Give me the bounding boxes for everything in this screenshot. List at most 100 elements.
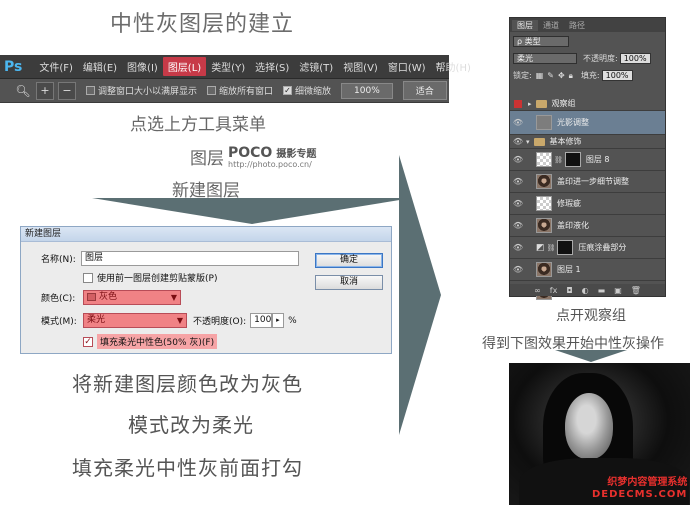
lock-move-icon[interactable]: ✥	[558, 71, 565, 80]
add-mask-icon[interactable]: ◘	[566, 286, 572, 295]
eye-icon[interactable]: 👁︎	[510, 221, 526, 230]
zoom-all-label: 缩放所有窗口	[219, 87, 274, 97]
fill-neutral-checkbox[interactable]: ✓	[83, 336, 93, 347]
menu-item-edit[interactable]: 编辑(E)	[78, 57, 122, 76]
layer-row-blemish[interactable]: 👁︎ 修瑕疵	[510, 193, 665, 215]
eye-icon[interactable]: 👁︎	[510, 243, 526, 252]
zoom-100-button[interactable]: 100%	[341, 82, 393, 99]
tab-paths[interactable]: 路径	[564, 20, 590, 31]
lock-paint-icon[interactable]: ✎	[547, 71, 554, 80]
fill-input[interactable]: 100%	[601, 70, 633, 81]
caption-click-menu: 点选上方工具菜单	[130, 115, 266, 135]
clip-mask-label: 使用前一图层创建剪贴蒙版(P)	[97, 274, 218, 284]
visibility-off-icon[interactable]	[514, 99, 522, 108]
ok-button[interactable]: 确定	[315, 253, 383, 268]
caption-mode-soft: 模式改为柔光	[128, 413, 254, 437]
clip-mask-checkbox[interactable]	[83, 272, 93, 283]
menu-item-layer[interactable]: 图层(L)	[162, 57, 207, 76]
layer-name: 盖印液化	[557, 221, 589, 230]
fill-neutral-label: 填充柔光中性色(50% 灰)(F)	[97, 334, 218, 349]
zoom-out-icon[interactable]: −	[58, 81, 76, 100]
menu-item-image[interactable]: 图像(I)	[122, 57, 163, 76]
dialog-title: 新建图层	[21, 227, 391, 242]
layer-name: 修瑕疵	[557, 199, 581, 208]
eye-icon[interactable]: 👁︎	[510, 155, 526, 164]
link-layers-icon[interactable]: ∞	[534, 286, 541, 295]
menu-item-help[interactable]: 帮助(H)	[431, 57, 476, 76]
tab-layers[interactable]: 图层	[512, 19, 538, 31]
resize-windows-label: 调整窗口大小以满屏显示	[98, 87, 198, 97]
opacity-stepper-icon[interactable]: ▸	[272, 313, 285, 328]
panel-opacity-label: 不透明度:	[583, 54, 618, 63]
fit-screen-button[interactable]: 适合	[402, 81, 447, 100]
page-title: 中性灰图层的建立	[110, 12, 295, 37]
layer-mask-thumbnail	[557, 240, 574, 255]
lock-label: 锁定:	[513, 71, 532, 80]
layer-thumbnail	[536, 196, 552, 211]
layer-row-light-adjust[interactable]: 👁︎ 光影调整	[510, 111, 665, 135]
photoshop-logo: Ps	[4, 58, 23, 75]
layer-row-layer1[interactable]: 👁︎ 图层 1	[510, 259, 665, 281]
menu-item-view[interactable]: 视图(V)	[338, 57, 383, 76]
mode-select[interactable]: 柔光 ▼	[83, 313, 187, 328]
layer-row-group-basic[interactable]: 👁︎ ▾ 基本修饰	[510, 135, 665, 149]
menu-item-window[interactable]: 窗口(W)	[383, 57, 431, 76]
eye-icon[interactable]: 👁︎	[510, 177, 526, 186]
eye-icon[interactable]: 👁︎	[510, 265, 526, 274]
chevron-right-icon[interactable]: ▸	[528, 100, 532, 108]
menu-bar: Ps 文件(F) 编辑(E) 图像(I) 图层(L) 类型(Y) 选择(S) 滤…	[0, 55, 471, 79]
lock-all-icon[interactable]: 🔒︎	[569, 71, 573, 81]
poco-logo-text: POCO	[228, 145, 273, 161]
chevron-down-icon: ▼	[170, 293, 177, 302]
layer-row-stamp-liquify[interactable]: 👁︎ 盖印液化	[510, 215, 665, 237]
caption-open-group: 点开观察组	[556, 308, 626, 324]
layer-mask-thumbnail	[564, 152, 581, 167]
blend-mode-select[interactable]: 柔光	[513, 53, 577, 64]
layer-row-layer8[interactable]: 👁︎ ⛓ 图层 8	[510, 149, 665, 171]
layer-row-group-observe[interactable]: ▸ 观察组	[510, 97, 665, 111]
trash-icon[interactable]: 🗑︎	[631, 286, 641, 295]
fx-icon[interactable]: fx	[550, 286, 558, 295]
layer-row-stamp-detail[interactable]: 👁︎ 盖印进一步细节调整	[510, 171, 665, 193]
resize-windows-checkbox[interactable]	[86, 86, 95, 95]
kind-filter-select[interactable]: ρ 类型	[513, 36, 569, 47]
layer-name: 观察组	[551, 99, 576, 108]
layer-thumbnail	[536, 218, 552, 233]
watermark-line1: 织梦内容管理系统	[607, 477, 688, 488]
color-swatch	[87, 292, 96, 301]
lock-pixels-icon[interactable]: ▦	[536, 71, 544, 80]
layer-thumbnail	[536, 115, 552, 130]
panel-tabs: 图层 通道 路径	[510, 18, 665, 32]
watermark-line2: DEDECMS.COM	[592, 489, 688, 500]
name-label: 名称(N):	[41, 255, 76, 265]
eye-icon[interactable]: 👁︎	[510, 137, 526, 146]
new-layer-icon[interactable]: ▣	[614, 286, 622, 295]
eye-icon[interactable]: 👁︎	[510, 199, 526, 208]
tab-channels[interactable]: 通道	[538, 20, 564, 31]
color-select[interactable]: 灰色 ▼	[83, 290, 181, 305]
folder-icon	[533, 137, 545, 146]
menu-item-type[interactable]: 类型(Y)	[206, 57, 250, 76]
zoom-all-checkbox[interactable]	[207, 86, 217, 95]
layer-name: 图层 8	[585, 155, 610, 164]
zoom-in-icon[interactable]: +	[36, 81, 54, 100]
layer-row-crease[interactable]: 👁︎ ◩ ⛓ 压痕涂叠部分	[510, 237, 665, 259]
cancel-button[interactable]: 取消	[315, 275, 383, 290]
arrow-right-icon	[399, 155, 441, 435]
adjustment-icon[interactable]: ◐	[582, 286, 589, 295]
layers-list: ▸ 观察组 👁︎ 光影调整 👁︎ ▾ 基本修饰 👁︎ ⛓ 图层 8 👁︎ 盖印进…	[510, 97, 665, 303]
eye-icon[interactable]: 👁︎	[510, 118, 526, 127]
scrubby-zoom-checkbox[interactable]: ✓	[283, 86, 293, 95]
panel-opacity-input[interactable]: 100%	[619, 53, 651, 64]
opacity-input[interactable]: 100	[250, 313, 273, 328]
color-label: 颜色(C):	[41, 294, 76, 304]
poco-logo: POCO 摄影专题 http://photo.poco.cn/	[228, 142, 316, 169]
menu-item-select[interactable]: 选择(S)	[250, 57, 294, 76]
menu-item-file[interactable]: 文件(F)	[34, 57, 78, 76]
layer-name-input[interactable]: 图层	[81, 251, 299, 266]
new-group-icon[interactable]: ▬	[598, 286, 606, 295]
photo-face	[565, 393, 613, 459]
zoom-tool-icon[interactable]: 🔍︎	[14, 82, 32, 100]
menu-item-filter[interactable]: 滤镜(T)	[294, 57, 338, 76]
chevron-down-icon[interactable]: ▾	[526, 138, 530, 146]
